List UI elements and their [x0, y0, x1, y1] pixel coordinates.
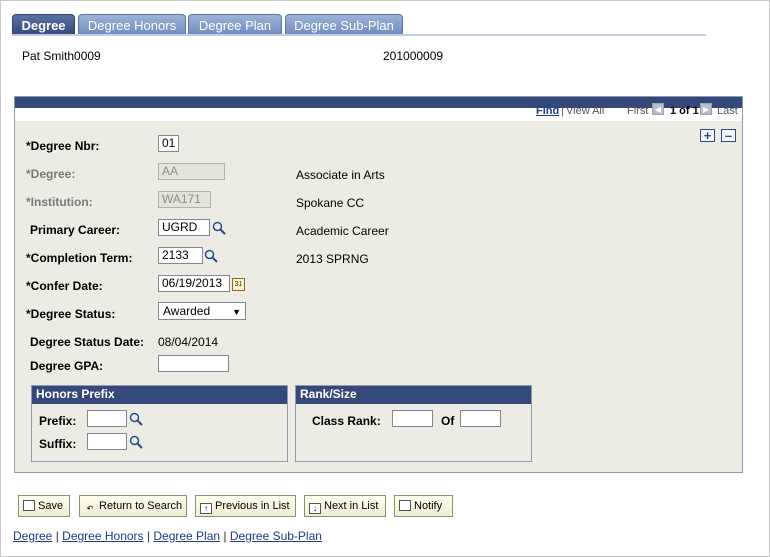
- next-row-icon[interactable]: ▶: [700, 103, 712, 115]
- footer-link-degree-plan[interactable]: Degree Plan: [153, 529, 220, 543]
- footer-link-degree-honors[interactable]: Degree Honors: [62, 529, 143, 543]
- return-to-search-label: Return to Search: [99, 500, 183, 512]
- arrow-down-icon: ↓: [309, 503, 321, 514]
- confer-date-field[interactable]: 06/19/2013: [158, 275, 230, 292]
- previous-in-list-label: Previous in List: [215, 500, 290, 512]
- honors-prefix-group: Honors Prefix Prefix: Suffix:: [31, 385, 288, 462]
- student-name: Pat Smith0009: [22, 49, 101, 63]
- degree-description: Associate in Arts: [296, 168, 385, 182]
- notify-icon: [399, 500, 411, 511]
- of-field[interactable]: [460, 410, 501, 427]
- notify-button[interactable]: Notify: [394, 495, 453, 517]
- return-to-search-button[interactable]: ↶ Return to Search: [79, 495, 187, 517]
- footer-link-degree-sub-plan[interactable]: Degree Sub-Plan: [230, 529, 322, 543]
- primary-career-description: Academic Career: [296, 224, 389, 238]
- next-in-list-button[interactable]: ↓ Next in List: [304, 495, 386, 517]
- chevron-down-icon: ▼: [232, 307, 241, 317]
- tab-degree-honors[interactable]: Degree Honors: [78, 14, 186, 35]
- degree-status-date-value: 08/04/2014: [158, 335, 219, 349]
- rank-size-group: Rank/Size Class Rank: Of: [295, 385, 532, 462]
- tab-degree-plan[interactable]: Degree Plan: [188, 14, 282, 35]
- degree-nbr-label: *Degree Nbr:: [26, 139, 100, 153]
- tab-degree-sub-plan[interactable]: Degree Sub-Plan: [285, 14, 403, 35]
- primary-career-field[interactable]: UGRD: [158, 219, 210, 236]
- completion-term-field[interactable]: 2133: [158, 247, 203, 264]
- primary-career-label: Primary Career:: [30, 223, 121, 237]
- footer-separator: |: [146, 529, 151, 543]
- tab-degree[interactable]: Degree: [12, 14, 75, 35]
- honors-prefix-title: Honors Prefix: [32, 386, 287, 404]
- row-count: 1 of 1: [670, 105, 699, 117]
- suffix-field[interactable]: [87, 433, 127, 450]
- save-icon: [23, 500, 35, 511]
- search-icon: ↶: [86, 504, 94, 513]
- primary-career-lookup-icon[interactable]: [212, 221, 226, 235]
- degree-label: *Degree:: [26, 167, 76, 181]
- suffix-lookup-icon[interactable]: [129, 435, 143, 449]
- class-rank-field[interactable]: [392, 410, 433, 427]
- degree-gpa-field[interactable]: [158, 355, 229, 372]
- completion-term-label: *Completion Term:: [26, 251, 133, 265]
- delete-row-icon[interactable]: –: [721, 129, 736, 142]
- institution-description: Spokane CC: [296, 196, 365, 210]
- prefix-label: Prefix:: [39, 414, 77, 428]
- footer-separator: |: [55, 529, 59, 543]
- footer-link-degree[interactable]: Degree: [13, 529, 52, 543]
- confer-date-label: *Confer Date:: [26, 279, 103, 293]
- next-in-list-label: Next in List: [324, 500, 379, 512]
- institution-label: *Institution:: [26, 195, 93, 209]
- save-label: Save: [38, 500, 64, 512]
- nav-separator: |: [561, 105, 564, 117]
- degree-nbr-field[interactable]: 01: [158, 135, 179, 152]
- tab-underline: [12, 34, 706, 36]
- of-label: Of: [441, 414, 455, 428]
- degree-status-label: *Degree Status:: [26, 307, 116, 321]
- degree-status-value: Awarded: [163, 304, 211, 318]
- degree-status-select[interactable]: Awarded ▼: [158, 302, 246, 320]
- completion-term-lookup-icon[interactable]: [204, 249, 218, 263]
- degree-field: AA: [158, 163, 225, 180]
- institution-field: WA171: [158, 191, 211, 208]
- arrow-up-icon: ↑: [200, 503, 212, 514]
- footer-separator: |: [223, 529, 227, 543]
- rank-size-title: Rank/Size: [296, 386, 531, 404]
- footer-links: Degree | Degree Honors | Degree Plan | D…: [13, 529, 322, 543]
- degree-scroll-area: Find | View All First ◀ 1 of 1 ▶ Last + …: [14, 96, 743, 473]
- calendar-icon[interactable]: 31: [232, 278, 245, 291]
- previous-row-icon[interactable]: ◀: [652, 103, 664, 115]
- completion-term-description: 2013 SPRNG: [296, 252, 369, 266]
- previous-in-list-button[interactable]: ↑ Previous in List: [195, 495, 296, 517]
- view-all-link[interactable]: View All: [566, 105, 604, 117]
- suffix-label: Suffix:: [39, 437, 77, 451]
- degree-status-date-label: Degree Status Date:: [30, 335, 145, 349]
- student-id: 201000009: [383, 49, 444, 63]
- prefix-field[interactable]: [87, 410, 127, 427]
- find-link[interactable]: Find: [536, 105, 559, 117]
- first-label: First: [627, 105, 649, 117]
- last-label: Last: [717, 105, 738, 117]
- degree-gpa-label: Degree GPA:: [30, 359, 104, 373]
- save-button[interactable]: Save: [18, 495, 70, 517]
- class-rank-label: Class Rank:: [312, 414, 381, 428]
- notify-label: Notify: [414, 500, 443, 512]
- add-row-icon[interactable]: +: [700, 129, 715, 142]
- prefix-lookup-icon[interactable]: [129, 412, 143, 426]
